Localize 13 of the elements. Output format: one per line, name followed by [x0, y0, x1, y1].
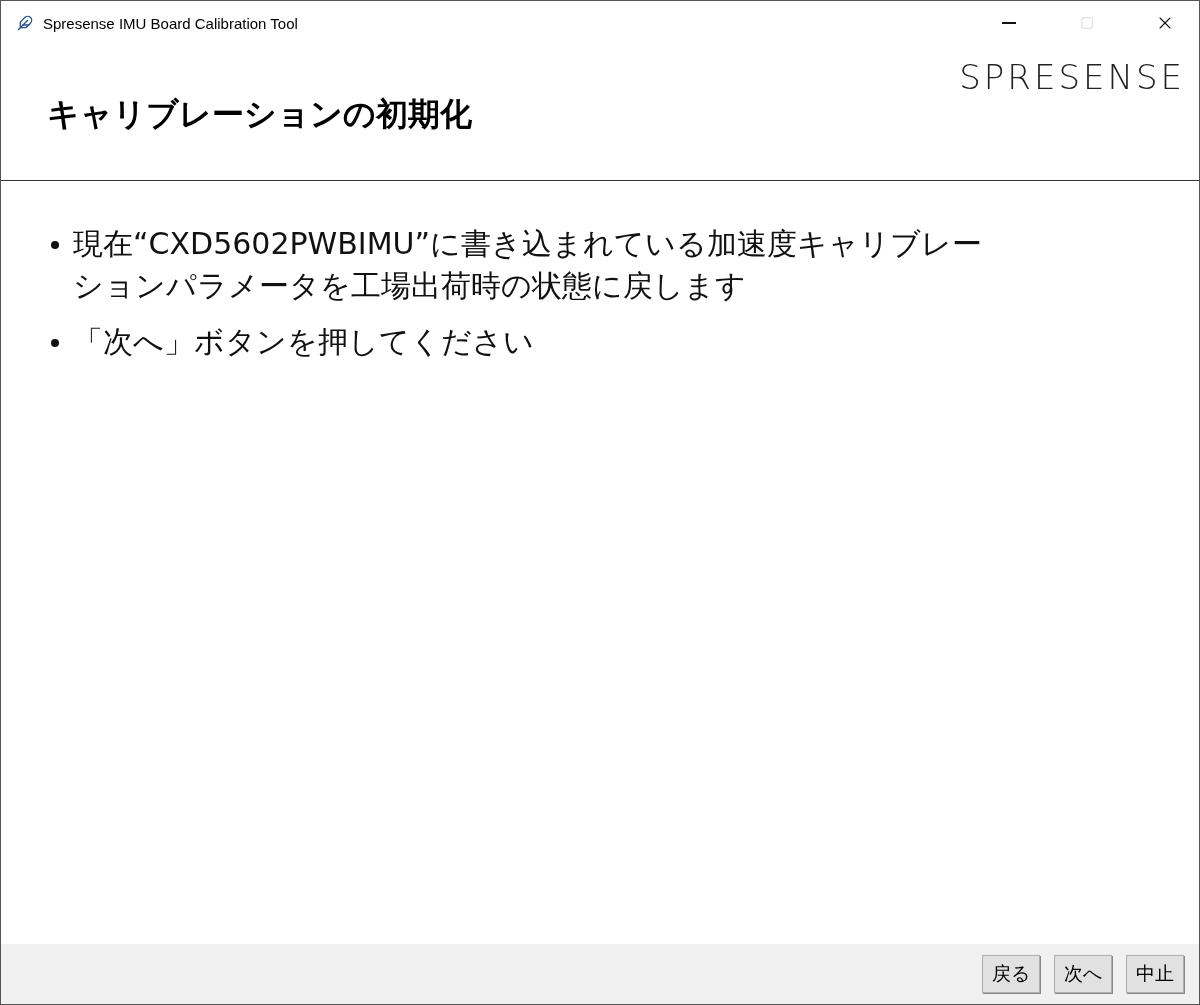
bullet-icon [51, 241, 59, 249]
nav-button[interactable]: 戻る [982, 955, 1040, 993]
bullet-icon [51, 339, 59, 347]
maximize-icon [1080, 16, 1094, 30]
nav-button[interactable]: 次へ [1054, 955, 1112, 993]
page-title: キャリブレーションの初期化 [47, 94, 472, 135]
minimize-icon [1002, 22, 1016, 24]
instruction-text: 現在“CXD5602PWBIMU”に書き込まれている加速度キャリブレーションパラメータを工場出荷時の状態に戻します [73, 225, 984, 305]
nav-button[interactable]: 中止 [1126, 955, 1184, 993]
instruction-text: 「次へ」ボタンを押してください [73, 323, 534, 361]
logo: SPRESENSE [959, 56, 1185, 97]
window-title: Spresense IMU Board Calibration Tool [43, 14, 299, 32]
feather-icon [17, 15, 33, 31]
